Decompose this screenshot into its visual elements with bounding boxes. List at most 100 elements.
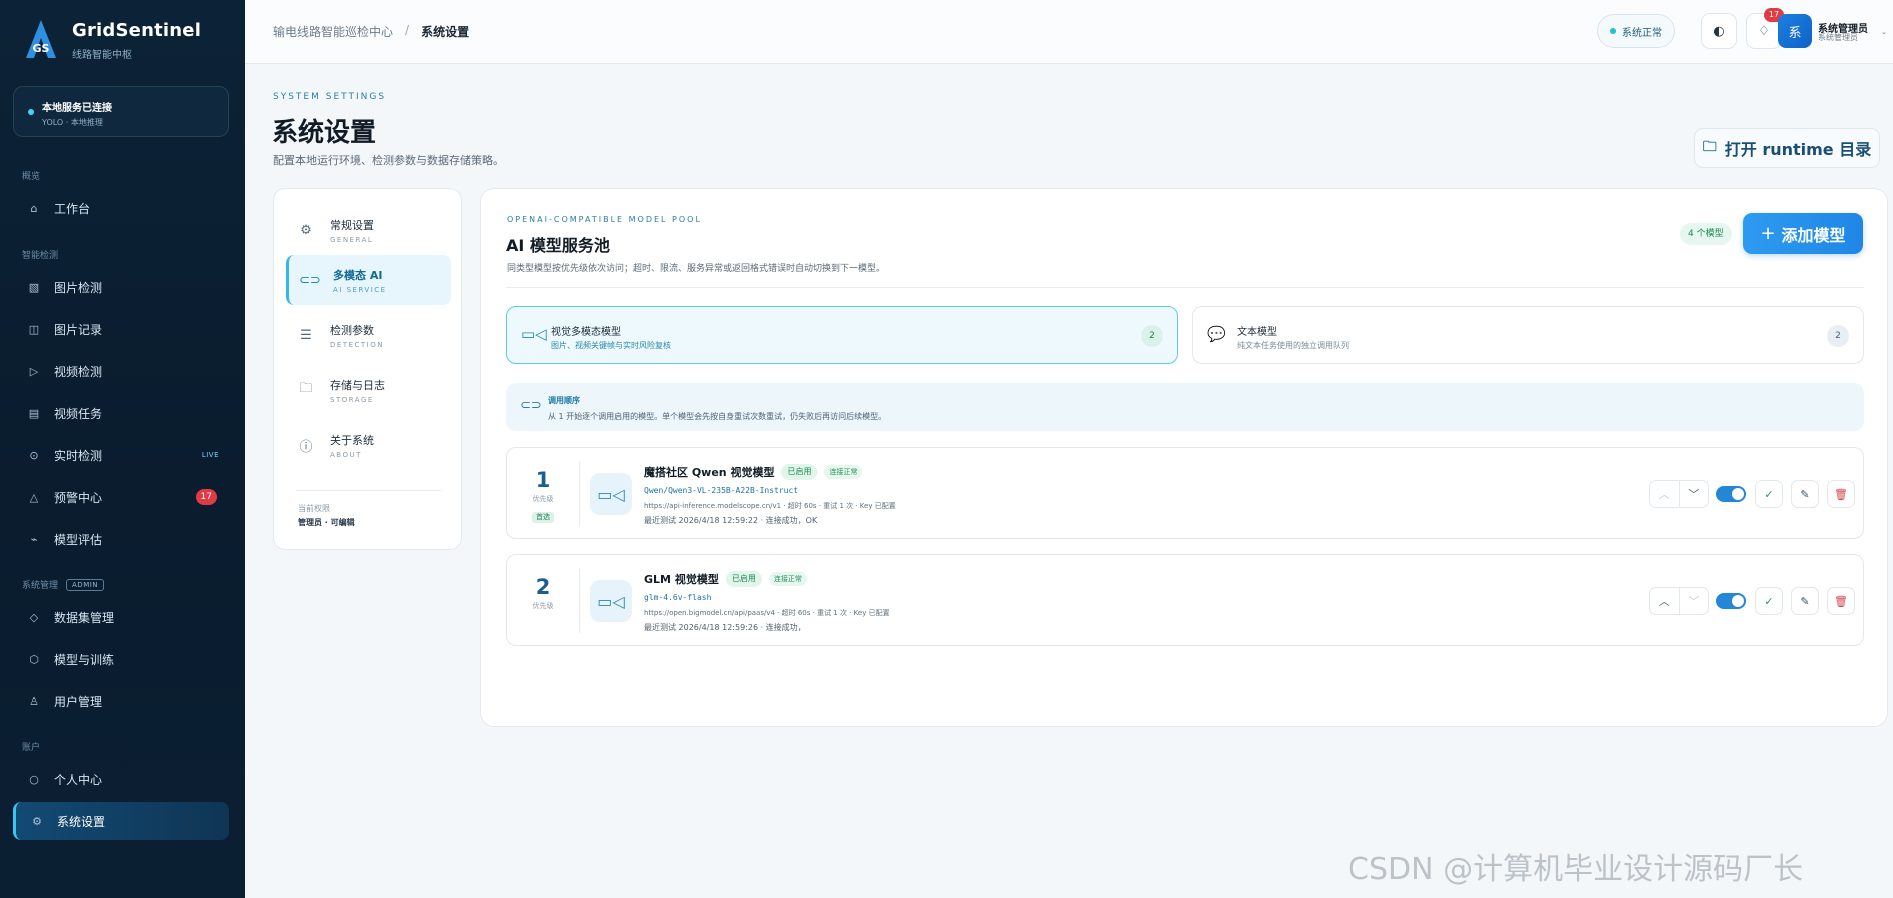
breadcrumb: 输电线路智能巡检中心 / 系统设置 bbox=[273, 23, 469, 40]
system-status-text: 系统正常 bbox=[1622, 27, 1662, 39]
breadcrumb-root[interactable]: 输电线路智能巡检中心 bbox=[273, 23, 393, 40]
settings-tab-sub: STORAGE bbox=[330, 395, 374, 404]
alert-count-badge: 17 bbox=[195, 489, 217, 505]
priority-label: 优先级 bbox=[532, 495, 554, 503]
sidebar-item-profile[interactable]: ○ 个人中心 bbox=[13, 760, 229, 798]
model-name: 魔搭社区 Qwen 视觉模型 bbox=[644, 466, 775, 479]
edit-icon: ✎ bbox=[1800, 594, 1810, 608]
sidebar-item-label: 个人中心 bbox=[54, 772, 103, 787]
sidebar-item-model-eval[interactable]: ⌁ 模型评估 bbox=[13, 520, 229, 558]
move-up-button[interactable]: ︿ bbox=[1650, 588, 1679, 614]
model-row: 1 优先级 首选 ▭◁ 魔搭社区 Qwen 视觉模型 已启用 连接正常 Qwen… bbox=[506, 447, 1864, 539]
avatar[interactable]: 系 bbox=[1778, 14, 1812, 48]
test-connection-button[interactable]: ✓ bbox=[1755, 587, 1783, 615]
sidebar-item-label: 系统设置 bbox=[57, 814, 106, 829]
primary-tag: 首选 bbox=[532, 512, 554, 523]
model-name-line: GLM 视觉模型 已启用 连接正常 bbox=[644, 571, 807, 587]
video-camera-icon: ▭◁ bbox=[590, 473, 632, 515]
sidebar-item-label: 图片检测 bbox=[54, 280, 103, 295]
sidebar-item-datasets[interactable]: ◇ 数据集管理 bbox=[13, 598, 229, 636]
enable-toggle[interactable] bbox=[1716, 486, 1746, 502]
divider bbox=[296, 490, 441, 491]
priority-block: 1 优先级 首选 bbox=[507, 448, 579, 540]
model-type-text[interactable]: 💬 文本模型 纯文本任务使用的独立调用队列 2 bbox=[1192, 306, 1864, 364]
sidebar-item-video-detection[interactable]: ▷ 视频检测 bbox=[13, 352, 229, 390]
settings-tab-sub: DETECTION bbox=[330, 340, 384, 349]
test-connection-button[interactable]: ✓ bbox=[1755, 480, 1783, 508]
link-icon: ⊂⊃ bbox=[520, 398, 542, 413]
page-eyebrow: SYSTEM SETTINGS bbox=[273, 92, 387, 102]
sidebar-item-video-tasks[interactable]: ▤ 视频任务 bbox=[13, 394, 229, 432]
settings-tab-detection[interactable]: ☰ 检测参数 DETECTION bbox=[286, 310, 451, 360]
settings-tab-label: 常规设置 bbox=[330, 218, 374, 232]
model-last-test: 最近测试 2026/4/18 12:59:22 · 连接成功，OK bbox=[644, 516, 818, 525]
enable-toggle[interactable] bbox=[1716, 593, 1746, 609]
pool-title: AI 模型服务池 bbox=[506, 236, 610, 255]
connection-badge: 连接正常 bbox=[824, 465, 863, 479]
sidebar-item-label: 工作台 bbox=[54, 201, 91, 216]
enabled-badge: 已启用 bbox=[725, 571, 762, 587]
brand[interactable]: GS GridSentinel 线路智能中枢 bbox=[24, 18, 201, 62]
sidebar-item-users[interactable]: ♙ 用户管理 bbox=[13, 682, 229, 720]
app-logo: GS bbox=[26, 20, 56, 58]
gear-icon: ⚙ bbox=[300, 222, 312, 238]
connection-badge: 连接正常 bbox=[768, 572, 807, 586]
service-status-sub: YOLO · 本地推理 bbox=[42, 118, 103, 127]
add-model-button[interactable]: + 添加模型 bbox=[1743, 213, 1863, 254]
sliders-icon: ☰ bbox=[300, 327, 312, 343]
sidebar-item-settings[interactable]: ⚙ 系统设置 bbox=[13, 802, 229, 840]
sidebar-item-workbench[interactable]: ⌂ 工作台 bbox=[13, 189, 229, 227]
settings-tab-label: 检测参数 bbox=[330, 323, 374, 337]
call-order-title: 调用顺序 bbox=[548, 396, 580, 405]
delete-model-button[interactable]: 🗑 bbox=[1827, 587, 1855, 615]
permission-value: 管理员 · 可编辑 bbox=[298, 518, 355, 527]
model-count-badge: 4 个模型 bbox=[1680, 223, 1732, 245]
chevron-down-icon[interactable]: ⌄ bbox=[1881, 28, 1887, 36]
check-circle-icon: ✓ bbox=[1764, 594, 1774, 608]
model-name-line: 魔搭社区 Qwen 视觉模型 已启用 连接正常 bbox=[644, 464, 863, 480]
service-status-title: 本地服务已连接 bbox=[42, 103, 112, 114]
settings-nav: ⚙ 常规设置 GENERAL ⊂⊃ 多模态 AI AI SERVICE ☰ 检测参数… bbox=[273, 188, 462, 550]
divider bbox=[579, 462, 580, 526]
move-up-button[interactable]: ︿ bbox=[1650, 481, 1679, 507]
user-icon: ○ bbox=[29, 772, 39, 786]
edit-model-button[interactable]: ✎ bbox=[1791, 480, 1819, 508]
sidebar-item-image-records[interactable]: ◫ 图片记录 bbox=[13, 310, 229, 348]
sidebar-item-models-training[interactable]: ⬡ 模型与训练 bbox=[13, 640, 229, 678]
settings-tab-storage[interactable]: 🗀 存储与日志 STORAGE bbox=[286, 365, 451, 415]
priority-label: 优先级 bbox=[532, 602, 554, 610]
reorder-buttons: ︿ ﹀ bbox=[1649, 587, 1709, 615]
notifications-button[interactable]: ♢ 17 bbox=[1746, 8, 1784, 49]
delete-model-button[interactable]: 🗑 bbox=[1827, 480, 1855, 508]
edit-model-button[interactable]: ✎ bbox=[1791, 587, 1819, 615]
chat-bubble-icon: 💬 bbox=[1207, 325, 1226, 343]
model-pool-card: OPENAI-COMPATIBLE MODEL POOL AI 模型服务池 同类… bbox=[480, 188, 1888, 727]
open-runtime-dir-label: 打开 runtime 目录 bbox=[1724, 140, 1872, 159]
move-down-button[interactable]: ﹀ bbox=[1678, 588, 1709, 614]
sidebar-item-alerts[interactable]: △ 预警中心 17 bbox=[13, 478, 229, 516]
model-id: glm-4.6v-flash bbox=[644, 593, 712, 602]
settings-tab-sub: AI SERVICE bbox=[333, 285, 387, 294]
pool-eyebrow: OPENAI-COMPATIBLE MODEL POOL bbox=[507, 215, 702, 224]
priority-block: 2 优先级 bbox=[507, 555, 579, 647]
call-order-description: 从 1 开始逐个调用启用的模型。单个模型会先按自身重试次数重试，仍失败后再访问后… bbox=[548, 412, 887, 421]
link-icon: ⊂⊃ bbox=[299, 272, 321, 288]
sidebar-item-image-detection[interactable]: ▧ 图片检测 bbox=[13, 268, 229, 306]
theme-toggle-button[interactable]: ◐ bbox=[1701, 13, 1737, 49]
sidebar-item-realtime[interactable]: ⊙ 实时检测 LIVE bbox=[13, 436, 229, 474]
sidebar-item-label: 用户管理 bbox=[54, 694, 103, 709]
contrast-icon: ◐ bbox=[1713, 23, 1725, 39]
settings-tab-ai[interactable]: ⊂⊃ 多模态 AI AI SERVICE bbox=[286, 255, 451, 305]
chart-icon: ⌁ bbox=[30, 532, 38, 546]
move-down-button[interactable]: ﹀ bbox=[1678, 481, 1709, 507]
system-status-pill[interactable]: 系统正常 bbox=[1597, 14, 1675, 48]
model-type-vision[interactable]: ▭◁ 视觉多模态模型 图片、视频关键帧与实时风险复核 2 bbox=[506, 306, 1178, 364]
settings-tab-general[interactable]: ⚙ 常规设置 GENERAL bbox=[286, 205, 451, 255]
settings-tab-about[interactable]: ⓘ 关于系统 ABOUT bbox=[286, 420, 451, 470]
breadcrumb-separator: / bbox=[405, 23, 410, 37]
sidebar-item-label: 视频任务 bbox=[54, 406, 103, 421]
home-icon: ⌂ bbox=[30, 201, 38, 215]
trash-icon: 🗑 bbox=[1834, 594, 1848, 608]
image-icon: ▧ bbox=[28, 280, 40, 294]
open-runtime-dir-button[interactable]: 🗀 打开 runtime 目录 bbox=[1694, 128, 1880, 168]
